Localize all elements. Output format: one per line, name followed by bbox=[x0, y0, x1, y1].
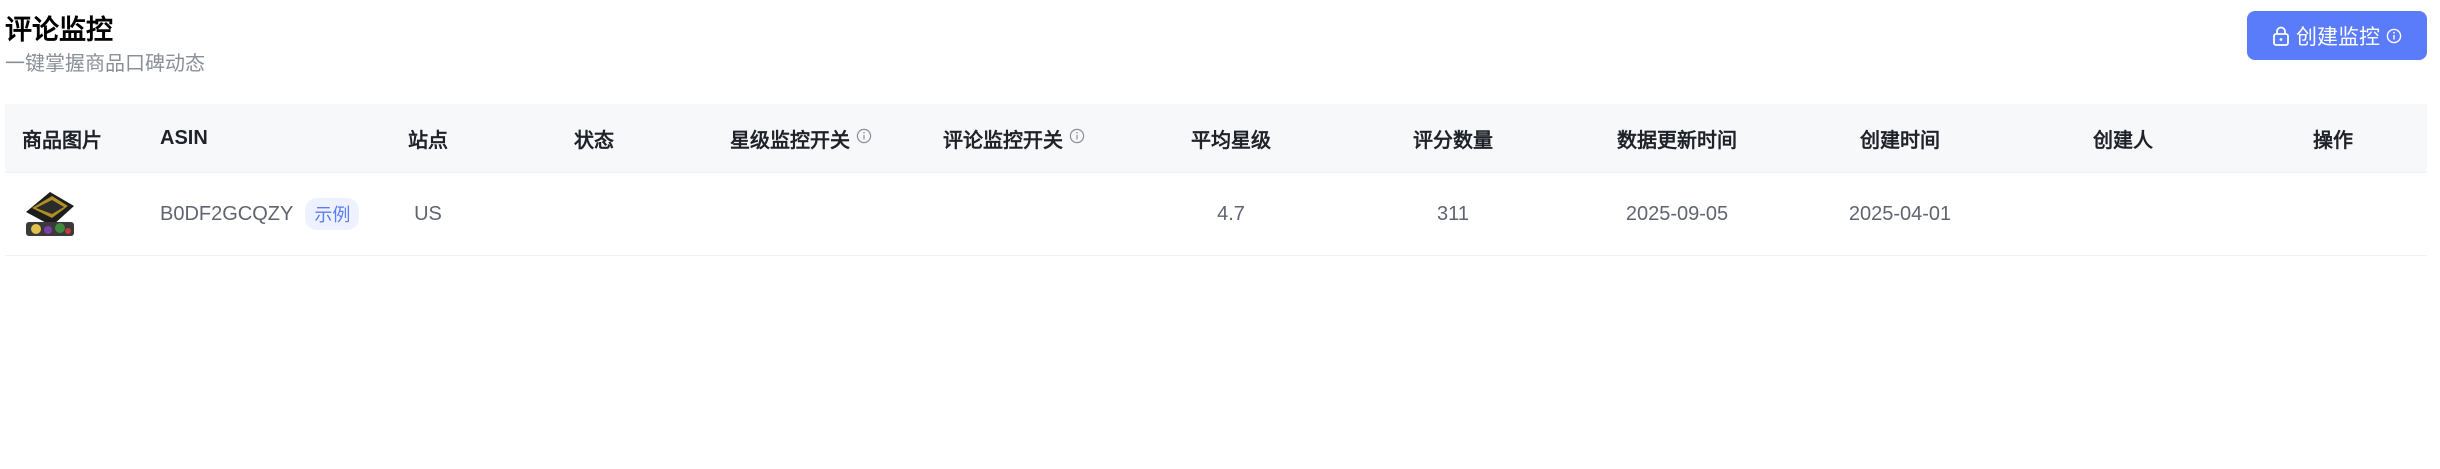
column-header-image: 商品图片 bbox=[22, 129, 102, 152]
rating-count-cell: 311 bbox=[1437, 202, 1469, 225]
info-icon[interactable] bbox=[1069, 127, 1085, 150]
column-header-star-switch: 星级监控开关 bbox=[730, 104, 872, 172]
page-subtitle: 一键掌握商品口碑动态 bbox=[5, 53, 205, 75]
asin-value[interactable]: B0DF2GCQZY bbox=[160, 203, 293, 226]
column-header-actions: 操作 bbox=[2313, 129, 2353, 152]
review-monitor-page: 评论监控 一键掌握商品口碑动态 创建监控 商品图片 ASIN 站点 状态 星级监… bbox=[0, 0, 2440, 469]
table-header: 商品图片 ASIN 站点 状态 星级监控开关 评论监控开关 平均星级 评分数量 … bbox=[5, 104, 2427, 173]
create-monitor-label: 创建监控 bbox=[2296, 25, 2380, 49]
column-header-rating-count: 评分数量 bbox=[1413, 129, 1493, 152]
column-header-avg-rating: 平均星级 bbox=[1191, 129, 1271, 152]
column-header-site: 站点 bbox=[408, 129, 448, 152]
page-title: 评论监控 bbox=[5, 15, 113, 45]
column-header-review-switch-label: 评论监控开关 bbox=[943, 129, 1063, 152]
info-icon[interactable] bbox=[856, 127, 872, 150]
avg-rating-cell: 4.7 bbox=[1217, 202, 1245, 225]
created-cell: 2025-04-01 bbox=[1848, 202, 1952, 225]
column-header-data-updated: 数据更新时间 bbox=[1617, 129, 1737, 152]
data-updated-cell: 2025-09-05 bbox=[1625, 202, 1729, 225]
create-monitor-button[interactable]: 创建监控 bbox=[2247, 11, 2427, 60]
asin-cell: B0DF2GCQZY 示例 bbox=[160, 173, 360, 255]
monitor-table: 商品图片 ASIN 站点 状态 星级监控开关 评论监控开关 平均星级 评分数量 … bbox=[5, 104, 2427, 256]
column-header-star-switch-label: 星级监控开关 bbox=[730, 129, 850, 152]
column-header-asin: ASIN bbox=[160, 126, 208, 149]
product-image-cell bbox=[22, 173, 78, 255]
column-header-status: 状态 bbox=[574, 129, 614, 152]
column-header-review-switch: 评论监控开关 bbox=[943, 104, 1085, 172]
lock-icon bbox=[2272, 26, 2290, 46]
product-thumbnail[interactable] bbox=[22, 186, 78, 242]
table-row: B0DF2GCQZY 示例 US 4.7 311 2025-09-05 2025… bbox=[5, 173, 2427, 256]
site-cell: US bbox=[414, 202, 442, 225]
page-header: 评论监控 一键掌握商品口碑动态 bbox=[5, 14, 205, 76]
example-tag: 示例 bbox=[305, 198, 360, 230]
column-header-creator: 创建人 bbox=[2093, 129, 2153, 152]
info-icon[interactable] bbox=[2386, 28, 2402, 44]
column-header-created: 创建时间 bbox=[1860, 129, 1940, 152]
